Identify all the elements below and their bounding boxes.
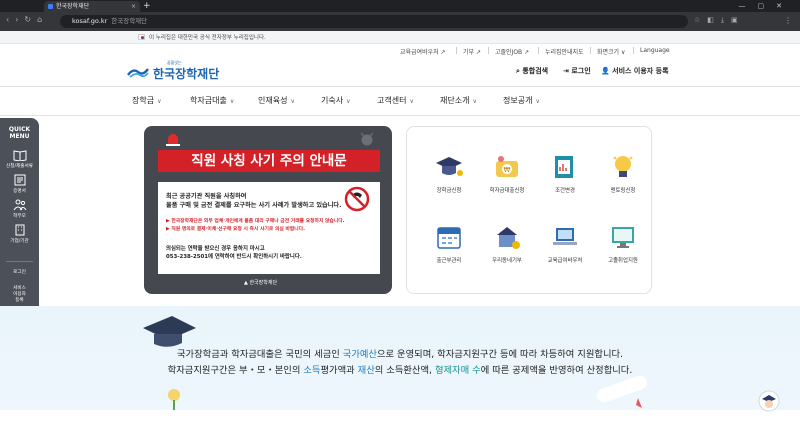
nav-buttons[interactable]: ‹›↻⌂: [6, 15, 48, 24]
login-button[interactable]: ⇥ 로그인: [563, 66, 591, 76]
monitor-icon: [612, 227, 634, 248]
gov-banner-text: 이 누리집은 대한민국 공식 전자정부 누리집입니다.: [149, 35, 266, 41]
user-add-icon: 👤: [601, 67, 610, 75]
util-link-job[interactable]: 고졸인JOB ↗: [495, 47, 529, 56]
quick-item-certificate[interactable]: 증명서: [0, 174, 39, 194]
building-icon: [15, 224, 24, 236]
new-tab-icon[interactable]: +: [143, 0, 151, 12]
banner-warnings: ▶ 한국장학재단은 외부 업체·개인에게 물품 대리 구매나 금전 거래를 요청…: [166, 219, 345, 232]
nav-item-dormitory[interactable]: 기숙사 ∨: [321, 95, 351, 106]
banner-title: 직원 사칭 사기 주의 안내문: [158, 150, 380, 172]
quick-item-parents[interactable]: 학부모: [0, 199, 39, 219]
nav-item-talent[interactable]: 인재육성 ∨: [258, 95, 295, 106]
warning-banner[interactable]: 직원 사칭 사기 주의 안내문 최근 공공기관 직원을 사칭하여 물품 구매 및 …: [144, 126, 392, 294]
chevron-down-icon: ∨: [346, 98, 351, 105]
url-domain: kosaf.go.kr: [72, 17, 108, 25]
chevron-down-icon: ∨: [229, 98, 235, 105]
nav-item-loan[interactable]: 학자금대출 ∨: [190, 95, 234, 106]
login-icon: ⇥: [563, 67, 569, 75]
certificate-icon: [14, 174, 25, 186]
nav-item-support[interactable]: 고객센터 ∨: [377, 95, 414, 106]
chatbot-icon[interactable]: [758, 390, 780, 412]
donation-building-icon: [497, 227, 520, 249]
chevron-down-icon: ∨: [157, 98, 162, 105]
service-mentoring[interactable]: 멘토링신청: [595, 153, 651, 194]
nav-item-scholarship[interactable]: 장학금 ∨: [132, 95, 162, 106]
devil-icon: [361, 132, 373, 146]
util-link-language[interactable]: Language: [640, 47, 670, 54]
divider: [590, 47, 591, 54]
quick-item-company[interactable]: 기업/기관: [0, 224, 39, 244]
korea-flag-icon: [138, 34, 145, 40]
banner-intro: 최근 공공기관 직원을 사칭하여 물품 구매 및 금전 결제를 요구하는 사기 사…: [166, 193, 342, 209]
chevron-down-icon: ∨: [290, 98, 295, 105]
divider: [538, 47, 539, 54]
util-link-voucher[interactable]: 교육급여바우처 ↗: [400, 47, 446, 56]
logo-mark-icon: [127, 68, 149, 78]
services-panel: 장학금신청 ₩ 학자금대출신청 조건변경 멘토링신청 출근부관리 우리동네기부 …: [406, 126, 652, 294]
nav-item-about[interactable]: 재단소개 ∨: [440, 95, 477, 106]
main-nav: 장학금 ∨ 학자금대출 ∨ 인재육성 ∨ 기숙사 ∨ 고객센터 ∨ 재단소개 ∨ 정보공개 ∨: [0, 86, 800, 116]
address-bar-row: ‹›↻⌂ kosaf.go.kr 한국장학재단 ☆◧⤓▣ ⋮: [0, 12, 800, 31]
service-condition-change[interactable]: 조건변경: [537, 153, 593, 194]
banner-footer-logo: ▲ 한국장학재단: [244, 280, 278, 286]
browser-menu-icon[interactable]: ⋮: [784, 16, 792, 25]
service-attendance[interactable]: 출근부관리: [421, 223, 477, 264]
extension-icons[interactable]: ☆◧⤓▣: [694, 16, 745, 25]
nav-item-disclosure[interactable]: 정보공개 ∨: [503, 95, 540, 106]
url-path: 한국장학재단: [111, 17, 148, 25]
info-line-2: 학자금지원구간은 부・모・본인의 소득평가액과 재산의 소득환산액, 형제자매 …: [167, 365, 633, 376]
lightbulb-icon: [613, 156, 633, 177]
money-icon: ₩: [496, 156, 518, 177]
chevron-down-icon: ∨: [535, 98, 540, 105]
close-tab-icon[interactable]: ×: [131, 1, 136, 12]
register-button[interactable]: 👤 서비스 이용자 등록: [601, 66, 669, 76]
book-icon: [13, 150, 26, 161]
flower-decor-icon: [168, 389, 180, 410]
util-link-sitemap[interactable]: 누리집안내지도: [545, 47, 584, 56]
divider: [6, 261, 33, 262]
family-icon: [13, 199, 26, 211]
window-controls[interactable]: —▢✕: [739, 0, 794, 12]
divider: [488, 47, 489, 54]
tab-title: 한국장학재단: [56, 3, 90, 10]
gov-banner: 이 누리집은 대한민국 공식 전자정부 누리집입니다.: [0, 31, 800, 44]
search-icon: ⌕: [516, 67, 520, 75]
info-line-1: 국가장학금과 학자금대출은 국민의 세금인 국가예산으로 운영되며, 학자금지원…: [176, 349, 624, 360]
siren-icon: [166, 134, 180, 146]
no-scam-phone-icon: [344, 186, 370, 212]
search-button[interactable]: ⌕ 통합검색: [516, 66, 548, 76]
service-donation[interactable]: 우리동네기부: [479, 223, 535, 264]
browser-tab[interactable]: 한국장학재단 ×: [44, 1, 140, 12]
divider: [633, 47, 634, 54]
quick-item-register[interactable]: 서비스 이용자 등록: [0, 286, 39, 304]
quick-item-login[interactable]: 로그인: [0, 270, 39, 276]
calendar-icon: [437, 227, 461, 249]
graduation-cap-icon: [436, 157, 463, 176]
chevron-down-icon: ∨: [472, 98, 477, 105]
banner-contact: 의심되는 연락을 받으신 경우 응하지 마시고 053-238-2501에 연락하…: [166, 246, 302, 260]
logo-name: 한국장학재단: [153, 67, 220, 81]
document-chart-icon: [555, 156, 573, 178]
quick-item-apply[interactable]: 신청/제출서류: [0, 149, 39, 169]
graduation-cap-decor-icon: [143, 316, 196, 347]
quick-menu-title: QUICK MENU: [8, 126, 31, 140]
service-voucher[interactable]: 교육급여바우처: [537, 223, 593, 264]
info-section: 국가장학금과 학자금대출은 국민의 세금인 국가예산으로 운영되며, 학자금지원…: [0, 306, 800, 410]
laptop-icon: [553, 228, 577, 245]
service-loan[interactable]: ₩ 학자금대출신청: [479, 153, 535, 194]
chevron-down-icon: ∨: [409, 98, 414, 105]
divider: [456, 47, 457, 54]
svg-text:₩: ₩: [504, 166, 511, 174]
service-scholarship[interactable]: 장학금신청: [421, 153, 477, 194]
site-favicon-icon: [48, 4, 53, 9]
service-employment[interactable]: 고졸취업지원: [595, 223, 651, 264]
url-field[interactable]: kosaf.go.kr 한국장학재단: [60, 15, 688, 28]
browser-tab-bar: 한국장학재단 × + —▢✕: [0, 0, 800, 12]
util-link-donation[interactable]: 기부 ↗: [463, 47, 481, 56]
util-link-zoom[interactable]: 화면크기 ∨: [597, 47, 625, 56]
